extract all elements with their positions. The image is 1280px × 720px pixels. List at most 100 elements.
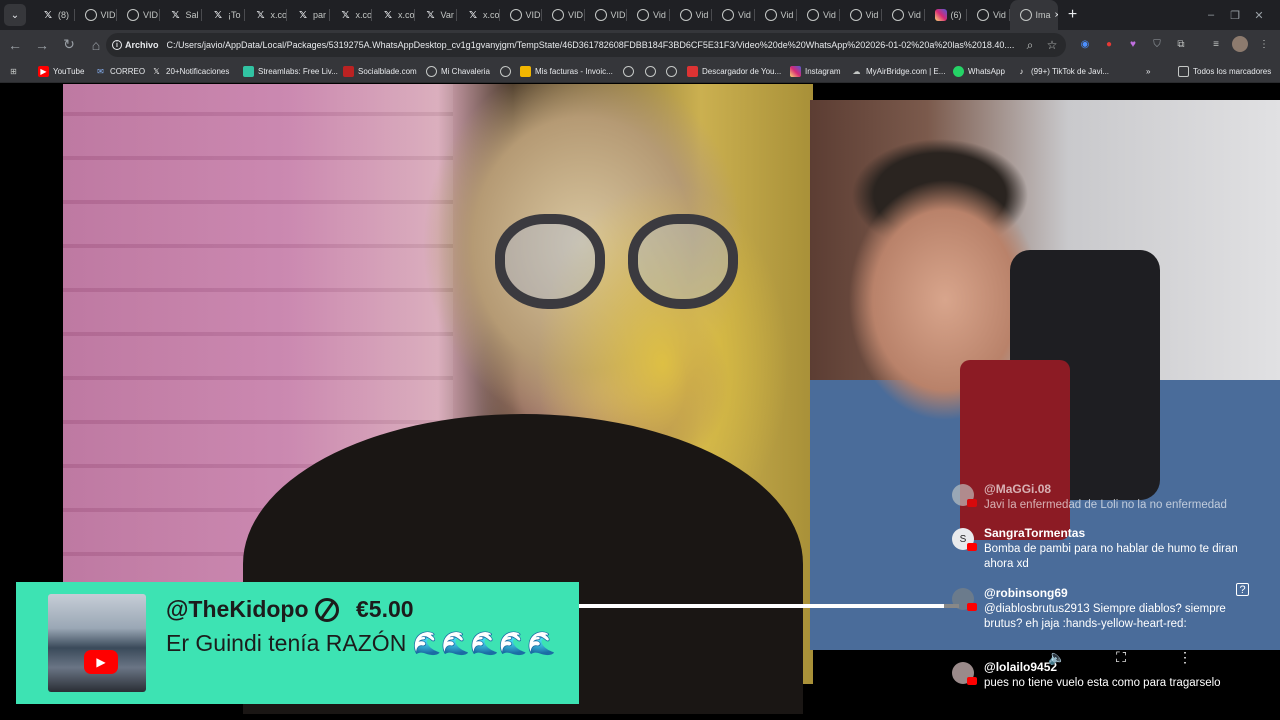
bookmark-item[interactable]: ☁ MyAirBridge.com | E... xyxy=(851,63,946,79)
folder-icon xyxy=(1178,65,1189,77)
tab[interactable]: 𝕏x.co xyxy=(372,0,415,30)
globe-icon xyxy=(849,9,862,21)
bookmark-item[interactable] xyxy=(500,63,515,79)
tab-label: Vid xyxy=(823,10,836,20)
tab[interactable]: Vid xyxy=(670,0,713,30)
tab[interactable]: Vid xyxy=(967,0,1010,30)
bookmark-item[interactable]: Mis facturas - Invoic... xyxy=(520,63,613,79)
bookmarks-overflow-button[interactable]: » xyxy=(1146,63,1150,79)
bookmark-label: WhatsApp xyxy=(968,66,1005,76)
bookmark-label: Descargador de You... xyxy=(702,66,782,76)
tab[interactable]: (6) xyxy=(925,0,968,30)
globe-icon xyxy=(666,65,677,77)
home-icon[interactable]: ⌂ xyxy=(84,33,108,57)
tab[interactable]: 𝕏 (8) xyxy=(32,0,75,30)
volume-icon[interactable]: 🔈 xyxy=(1046,646,1068,668)
tab-label: (8) xyxy=(58,10,69,20)
tab[interactable]: 𝕏x.co xyxy=(330,0,372,30)
bookmark-item[interactable] xyxy=(666,63,681,79)
fullscreen-icon[interactable]: ⛶ xyxy=(1110,646,1132,668)
bookmark-item[interactable]: ▶ YouTube xyxy=(38,63,84,79)
whatsapp-icon xyxy=(953,65,964,77)
site-info-chip[interactable]: i Archivo xyxy=(112,40,159,50)
tab[interactable]: Vid xyxy=(882,0,925,30)
tab-strip: ⌄ 𝕏 (8) VID VID 𝕏 Sal 𝕏 ¡To 𝕏x.co 𝕏par 𝕏x.co 𝕏x.co 𝕏… xyxy=(0,0,1280,30)
bookmark-star-icon[interactable]: ☆ xyxy=(1044,37,1060,53)
extension-wave-icon[interactable]: ◉ xyxy=(1077,36,1093,52)
bookmark-label: Instagram xyxy=(805,66,841,76)
x-icon: 𝕏 xyxy=(43,9,53,21)
tab[interactable]: VID xyxy=(542,0,585,30)
chat-help-icon[interactable]: ? xyxy=(1236,583,1249,596)
tab[interactable]: 𝕏x.co xyxy=(457,0,500,30)
tab[interactable]: Vid xyxy=(627,0,670,30)
bookmark-item[interactable] xyxy=(645,63,660,79)
extension-shield-icon[interactable]: ⛉ xyxy=(1149,36,1165,52)
tab-label: x.co xyxy=(398,10,415,20)
video-progress-bar[interactable] xyxy=(579,604,959,608)
tab-label: Vid xyxy=(738,10,751,20)
reading-list-icon[interactable]: ≡ xyxy=(1208,36,1224,52)
menu-kebab-icon[interactable]: ⋮ xyxy=(1256,36,1272,52)
bookmark-item[interactable]: ✉ CORREO xyxy=(95,63,145,79)
x-icon: 𝕏 xyxy=(468,9,478,21)
profile-avatar[interactable] xyxy=(1232,36,1248,52)
tab[interactable]: 𝕏 Var xyxy=(415,0,458,30)
tabs-container: 𝕏 (8) VID VID 𝕏 Sal 𝕏 ¡To 𝕏x.co 𝕏par 𝕏x.co 𝕏x.co 𝕏 Va… xyxy=(32,0,1058,30)
tab-search-chevron-icon[interactable]: ⌄ xyxy=(4,4,26,26)
tab-label: VID xyxy=(143,10,159,20)
bookmark-item[interactable]: Descargador de You... xyxy=(687,63,781,79)
tab[interactable]: Vid xyxy=(712,0,755,30)
extensions-puzzle-icon[interactable]: ⧉ xyxy=(1173,36,1189,52)
extension-heart-icon[interactable]: ♥ xyxy=(1125,36,1141,52)
url-text[interactable]: C:/Users/javio/AppData/Local/Packages/53… xyxy=(167,40,1027,50)
bookmark-item[interactable]: Instagram xyxy=(790,63,841,79)
x-icon: 𝕏 xyxy=(153,66,160,76)
x-icon: 𝕏 xyxy=(171,9,180,21)
tab[interactable]: VID xyxy=(75,0,118,30)
zoom-icon[interactable]: ⌕ xyxy=(1022,37,1038,53)
extension-record-icon[interactable]: ● xyxy=(1101,36,1117,52)
bookmark-label: MyAirBridge.com | E... xyxy=(866,66,946,76)
invoice-icon xyxy=(520,65,531,77)
tab[interactable]: 𝕏 Sal xyxy=(160,0,203,30)
tab[interactable]: Vid xyxy=(755,0,798,30)
chat-text: Bomba de pambi para no hablar de humo te… xyxy=(984,543,1238,570)
address-bar[interactable]: i Archivo C:/Users/javio/AppData/Local/P… xyxy=(106,33,1066,57)
tab-label: Sal xyxy=(185,10,199,20)
youtube-badge-icon xyxy=(967,677,977,685)
bookmark-item[interactable]: ♪ (99+) TikTok de Javi... xyxy=(1016,63,1110,79)
tab-active[interactable]: Ima × xyxy=(1009,0,1058,30)
youtube-badge-icon xyxy=(967,603,977,611)
new-tab-button[interactable]: + xyxy=(1062,6,1084,24)
all-bookmarks-button[interactable]: Todos los marcadores xyxy=(1178,63,1271,79)
tab[interactable]: 𝕏par xyxy=(287,0,330,30)
tab-label: Ima xyxy=(1035,10,1051,20)
tab[interactable]: VID xyxy=(117,0,160,30)
globe-icon xyxy=(84,9,97,21)
apps-grid-icon[interactable]: ⊞ xyxy=(8,63,19,79)
back-arrow-icon[interactable]: ← xyxy=(3,33,27,57)
tab[interactable]: VID xyxy=(500,0,543,30)
tab[interactable]: Vid xyxy=(797,0,840,30)
tab[interactable]: 𝕏x.co xyxy=(245,0,287,30)
tab[interactable]: VID xyxy=(585,0,628,30)
bookmark-item[interactable]: Socialblade.com xyxy=(343,63,417,79)
site-info-label: Archivo xyxy=(125,40,159,50)
bookmark-item[interactable]: Streamlabs: Free Liv... xyxy=(243,63,338,79)
more-options-icon[interactable]: ⋮ xyxy=(1174,646,1196,668)
tab-close-icon[interactable]: × xyxy=(1055,10,1058,21)
bookmark-item[interactable]: 𝕏 20+Notificaciones xyxy=(151,63,229,79)
tab[interactable]: 𝕏 ¡To xyxy=(202,0,245,30)
tab-label: Vid xyxy=(695,10,709,20)
bookmark-item[interactable] xyxy=(623,63,638,79)
globe-icon xyxy=(623,65,634,77)
forward-arrow-icon[interactable]: → xyxy=(30,33,54,57)
tab[interactable]: Vid xyxy=(840,0,883,30)
bookmark-item[interactable]: WhatsApp xyxy=(953,63,1005,79)
close-window-button[interactable]: ✕ xyxy=(1238,0,1280,30)
reload-icon[interactable]: ↻ xyxy=(57,33,81,57)
globe-icon xyxy=(1019,9,1032,21)
globe-icon xyxy=(645,65,656,77)
bookmark-item[interactable]: Mi Chavaleria xyxy=(426,63,490,79)
